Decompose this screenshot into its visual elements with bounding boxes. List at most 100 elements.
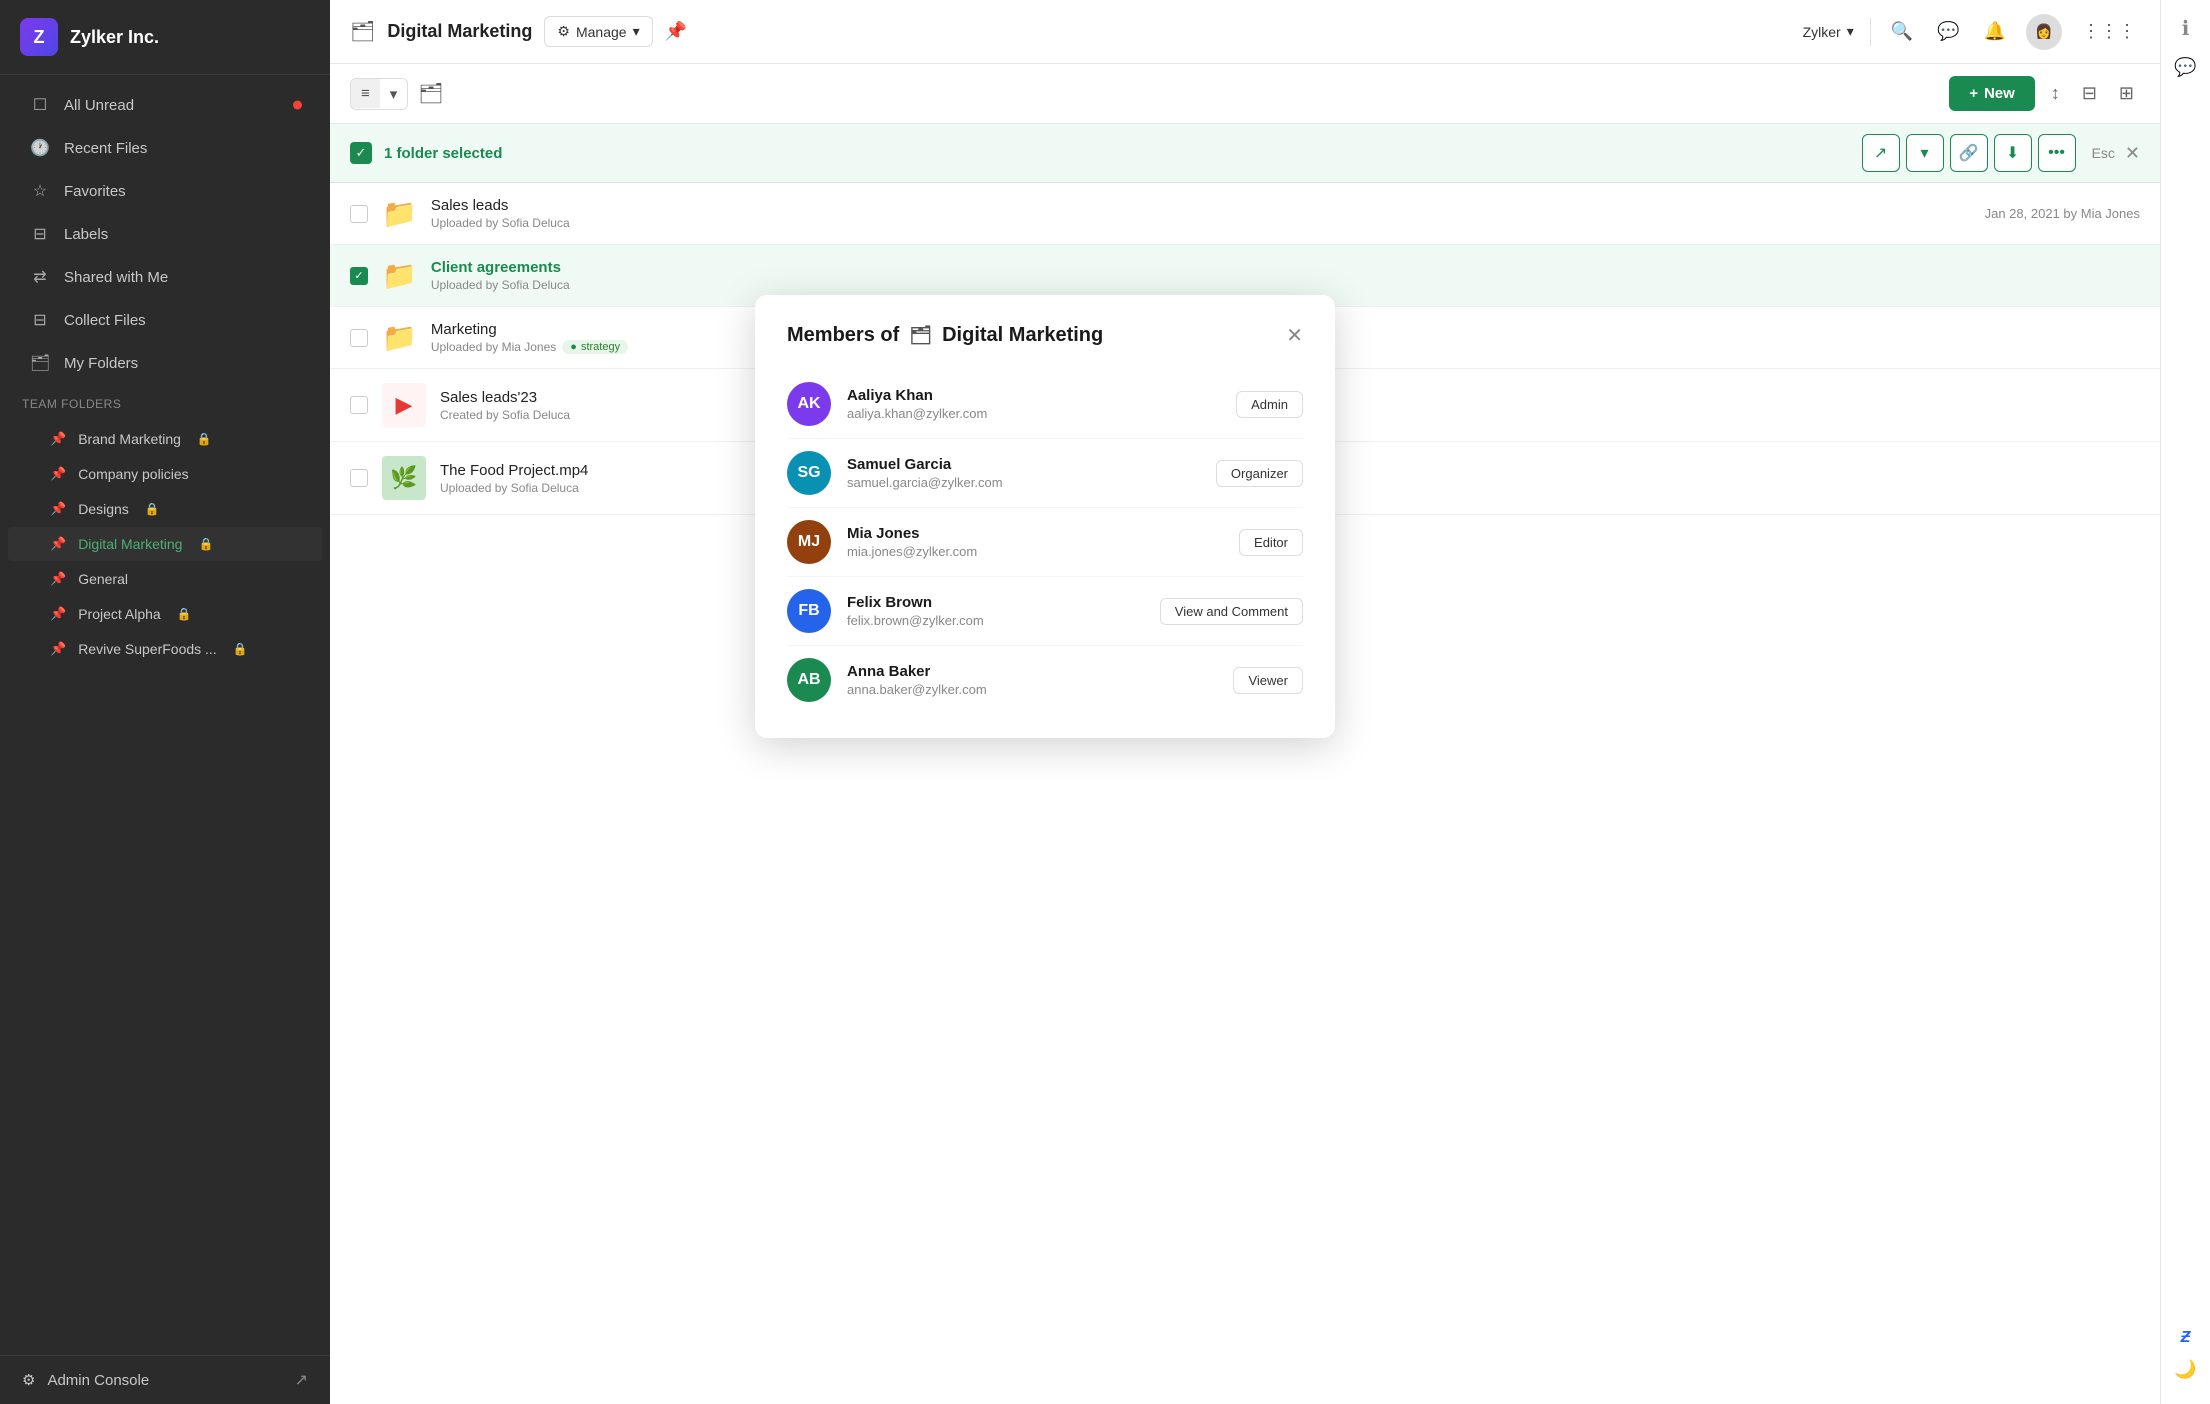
collect-icon: ⊟ (30, 310, 50, 330)
role-badge-editor[interactable]: Editor (1239, 529, 1303, 556)
member-email: mia.jones@zylker.com (847, 544, 1223, 559)
sidebar-item-my-folders[interactable]: 🗂 My Folders (8, 342, 322, 384)
file-checkbox[interactable] (350, 205, 368, 223)
pin-icon: 📌 (50, 606, 66, 622)
modal-close-button[interactable]: ✕ (1286, 323, 1303, 348)
file-subtext: Uploaded by Sofia Deluca (431, 216, 1971, 230)
move-button[interactable]: ↗ (1862, 134, 1900, 172)
company-name: Zylker Inc. (70, 27, 159, 48)
layout-button[interactable]: ⊞ (2113, 79, 2140, 108)
apps-grid-icon[interactable]: ⋮⋮⋮ (2078, 17, 2140, 46)
folder-breadcrumb-icon[interactable]: 🗂 (350, 19, 375, 44)
sidebar-item-collect-files[interactable]: ⊟ Collect Files (8, 299, 322, 341)
modal-folder-name: Digital Marketing (942, 324, 1103, 347)
top-bar: 🗂 Digital Marketing ⚙ Manage ▾ 📌 Zylker … (330, 0, 2160, 64)
zylker-ai-icon[interactable]: Ƶ (2181, 1329, 2191, 1347)
link-button[interactable]: 🔗 (1950, 134, 1988, 172)
view-toggle: ≡ ▾ (350, 78, 408, 110)
shared-icon: ⇄ (30, 267, 50, 287)
member-email: felix.brown@zylker.com (847, 613, 1144, 628)
sidebar-nav: ☐ All Unread 🕐 Recent Files ☆ Favorites … (0, 75, 330, 1355)
list-view-button[interactable]: ≡ (351, 79, 380, 108)
file-checkbox-checked[interactable]: ✓ (350, 267, 368, 285)
my-folders-icon: 🗂 (30, 353, 50, 373)
tag-dot: ● (570, 341, 577, 353)
role-badge-admin[interactable]: Admin (1236, 391, 1303, 418)
sidebar-item-label: Collect Files (64, 312, 146, 329)
role-badge-view-comment[interactable]: View and Comment (1160, 598, 1303, 625)
sidebar-item-all-unread[interactable]: ☐ All Unread (8, 84, 322, 126)
user-area[interactable]: Zylker ▾ (1803, 23, 1854, 40)
external-link-icon[interactable]: ↗ (295, 1370, 308, 1390)
selection-actions: ↗ ▾ 🔗 ⬇ ••• Esc ✕ (1862, 134, 2140, 172)
info-panel-icon[interactable]: ℹ (2182, 16, 2190, 41)
user-avatar[interactable]: 👩 (2026, 14, 2062, 50)
sidebar-item-labels[interactable]: ⊟ Labels (8, 213, 322, 255)
file-checkbox[interactable] (350, 396, 368, 414)
sidebar-item-shared-with-me[interactable]: ⇄ Shared with Me (8, 256, 322, 298)
close-selection-button[interactable]: ✕ (2125, 143, 2140, 164)
folder-type-icon: 📁 (382, 197, 417, 230)
search-icon[interactable]: 🔍 (1887, 17, 1917, 46)
member-avatar: FB (787, 589, 831, 633)
user-label: Zylker (1803, 24, 1841, 40)
admin-console-label: Admin Console (47, 1372, 149, 1389)
member-name: Aaliya Khan (847, 387, 1220, 404)
member-info: Mia Jones mia.jones@zylker.com (847, 525, 1223, 559)
divider (1870, 18, 1871, 46)
pin-icon-active: 📌 (50, 536, 66, 552)
team-folder-digital-marketing[interactable]: 📌 Digital Marketing 🔒 (8, 527, 322, 561)
folder-label: Brand Marketing (78, 431, 181, 447)
download-arrow-button[interactable]: ▾ (1906, 134, 1944, 172)
team-folder-project-alpha[interactable]: 📌 Project Alpha 🔒 (8, 597, 322, 631)
download-button[interactable]: ⬇ (1994, 134, 2032, 172)
pin-icon: 📌 (50, 501, 66, 517)
pin-folder-button[interactable]: 📌 (665, 21, 687, 42)
notifications-icon[interactable]: 🔔 (1980, 17, 2010, 46)
member-row-aaliya-khan: AK Aaliya Khan aaliya.khan@zylker.com Ad… (787, 370, 1303, 439)
comment-panel-icon[interactable]: 💬 (2174, 57, 2196, 78)
plus-icon: + (1969, 85, 1978, 102)
manage-chevron-icon: ▾ (633, 23, 640, 40)
member-email: aaliya.khan@zylker.com (847, 406, 1220, 421)
comments-icon[interactable]: 💬 (1933, 17, 1963, 46)
file-name: Client agreements (431, 259, 2140, 276)
folder-label: Company policies (78, 466, 189, 482)
dark-mode-icon[interactable]: 🌙 (2174, 1359, 2196, 1380)
file-item-sales-leads[interactable]: 📁 Sales leads Uploaded by Sofia Deluca J… (330, 183, 2160, 245)
team-folder-company-policies[interactable]: 📌 Company policies (8, 457, 322, 491)
sidebar-logo: Z Zylker Inc. (0, 0, 330, 75)
member-info: Anna Baker anna.baker@zylker.com (847, 663, 1217, 697)
lock-icon: 🔒 (197, 432, 212, 446)
folder-label: Digital Marketing (78, 536, 182, 552)
modal-header: Members of 🗂 Digital Marketing ✕ (787, 323, 1303, 348)
member-avatar: AB (787, 658, 831, 702)
new-button[interactable]: + New (1949, 76, 2035, 111)
team-folder-revive-superfoods[interactable]: 📌 Revive SuperFoods ... 🔒 (8, 632, 322, 666)
sidebar-item-recent-files[interactable]: 🕐 Recent Files (8, 127, 322, 169)
admin-console-link[interactable]: ⚙ Admin Console (22, 1371, 149, 1389)
member-avatar: AK (787, 382, 831, 426)
role-badge-viewer[interactable]: Viewer (1233, 667, 1303, 694)
modal-folder-icon: 🗂 (909, 325, 932, 346)
new-folder-icon[interactable]: 🗂 (418, 81, 443, 106)
folder-type-icon: 📁 (382, 259, 417, 292)
team-folder-general[interactable]: 📌 General (8, 562, 322, 596)
bottom-panel-icons: Ƶ 🌙 (2174, 1329, 2196, 1388)
sidebar-item-favorites[interactable]: ☆ Favorites (8, 170, 322, 212)
file-checkbox[interactable] (350, 329, 368, 347)
app-logo-icon: Z (20, 18, 58, 56)
file-tag[interactable]: ● strategy (562, 340, 628, 354)
file-checkbox[interactable] (350, 469, 368, 487)
grid-view-button[interactable]: ▾ (380, 79, 408, 109)
selection-count-text: 1 folder selected (384, 145, 502, 162)
more-actions-button[interactable]: ••• (2038, 134, 2076, 172)
filter-button[interactable]: ⊟ (2076, 79, 2103, 108)
manage-button[interactable]: ⚙ Manage ▾ (544, 16, 652, 47)
member-row-samuel-garcia: SG Samuel Garcia samuel.garcia@zylker.co… (787, 439, 1303, 508)
role-badge-organizer[interactable]: Organizer (1216, 460, 1303, 487)
team-folder-designs[interactable]: 📌 Designs 🔒 (8, 492, 322, 526)
sort-button[interactable]: ↕ (2045, 79, 2066, 108)
team-folder-brand-marketing[interactable]: 📌 Brand Marketing 🔒 (8, 422, 322, 456)
modal-title: Members of 🗂 Digital Marketing (787, 324, 1103, 347)
